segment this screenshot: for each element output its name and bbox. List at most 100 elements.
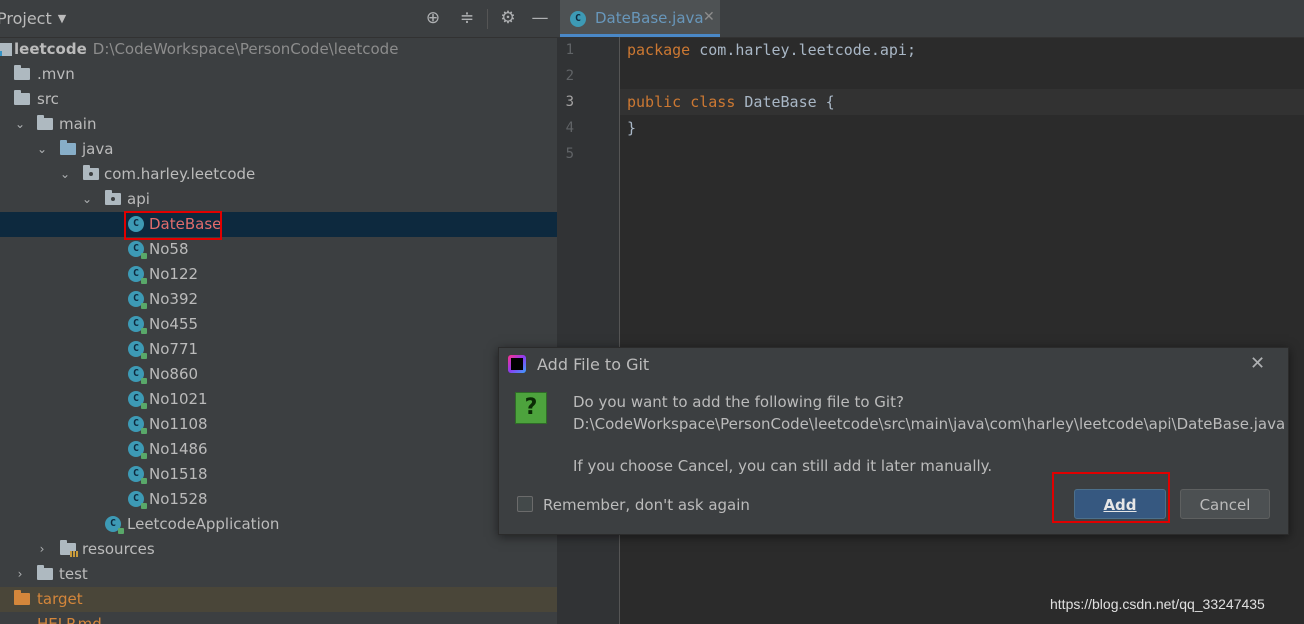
remember-label[interactable]: Remember, don't ask again xyxy=(543,496,750,514)
tree-item-label: com.harley.leetcode xyxy=(104,165,256,183)
tree-item-label: No392 xyxy=(149,290,199,308)
tree-item-resources[interactable]: › resources xyxy=(0,537,557,562)
tree-item-class[interactable]: C No771 xyxy=(0,337,557,362)
folder-icon xyxy=(14,90,30,105)
package-icon xyxy=(83,165,99,180)
code-keyword: public class xyxy=(627,93,736,111)
tree-item-label: HELP.md xyxy=(37,615,102,624)
line-number: 1 xyxy=(565,42,574,58)
close-icon[interactable]: ✕ xyxy=(703,9,715,25)
tree-item-test[interactable]: › test xyxy=(0,562,557,587)
tree-item-class[interactable]: C No1486 xyxy=(0,437,557,462)
tree-item-class[interactable]: C No1108 xyxy=(0,412,557,437)
tree-item-class[interactable]: C No860 xyxy=(0,362,557,387)
gear-icon[interactable]: ⚙ xyxy=(498,8,518,28)
tree-item-label: No122 xyxy=(149,265,199,283)
source-folder-icon xyxy=(60,140,76,155)
tree-item-main[interactable]: ⌄ main xyxy=(0,112,557,137)
tree-item-label: api xyxy=(127,190,150,208)
code-line-1[interactable]: package com.harley.leetcode.api; xyxy=(627,37,916,63)
spring-class-icon: C xyxy=(105,516,124,534)
tree-item-target[interactable]: target xyxy=(0,587,557,612)
close-icon[interactable]: ✕ xyxy=(1250,353,1265,374)
collapse-all-icon[interactable]: ≑ xyxy=(457,8,477,28)
class-icon: C xyxy=(128,491,147,509)
folder-icon xyxy=(14,65,30,80)
tree-item-datebase[interactable]: C DateBase xyxy=(0,212,557,237)
class-icon: C xyxy=(128,366,147,384)
chevron-down-icon[interactable]: ⌄ xyxy=(13,112,27,137)
tree-item-class[interactable]: C No58 xyxy=(0,237,557,262)
code-keyword: package xyxy=(627,41,691,59)
line-number: 4 xyxy=(565,120,574,136)
tree-item-label: No771 xyxy=(149,340,199,358)
tree-item-leetcode-application[interactable]: C LeetcodeApplication xyxy=(0,512,557,537)
tree-item-label: No1021 xyxy=(149,390,208,408)
dialog-message: Do you want to add the following file to… xyxy=(573,393,904,411)
tree-item-label: No1108 xyxy=(149,415,208,433)
tree-root-name: leetcode xyxy=(14,40,87,58)
crosshair-icon[interactable]: ⊕ xyxy=(423,8,443,28)
class-icon: C xyxy=(128,441,147,459)
chevron-right-icon[interactable]: › xyxy=(35,537,49,562)
tree-item-class[interactable]: C No1518 xyxy=(0,462,557,487)
tree-item-api[interactable]: ⌄ api xyxy=(0,187,557,212)
project-panel: Project ▼ ⊕ ≑ ⚙ — leetcode D:\CodeWorkspac… xyxy=(0,0,557,624)
chevron-down-icon[interactable]: ⌄ xyxy=(80,187,94,212)
package-icon xyxy=(105,190,121,205)
tree-item-label: main xyxy=(59,115,97,133)
tree-item-src[interactable]: src xyxy=(0,87,557,112)
tree-item-class[interactable]: C No455 xyxy=(0,312,557,337)
folder-icon xyxy=(37,565,53,580)
dialog-file-path: D:\CodeWorkspace\PersonCode\leetcode\src… xyxy=(573,415,1286,433)
tree-item-label: .mvn xyxy=(37,65,75,83)
line-number: 3 xyxy=(565,94,574,110)
tree-item-class[interactable]: C No392 xyxy=(0,287,557,312)
tree-item-package[interactable]: ⌄ com.harley.leetcode xyxy=(0,162,557,187)
add-file-to-git-dialog: Add File to Git ✕ ? Do you want to add t… xyxy=(498,347,1289,535)
line-number-gutter: 1 2 3 4 5 xyxy=(557,37,620,624)
code-line-4[interactable]: } xyxy=(627,115,636,141)
tree-item-label: No1518 xyxy=(149,465,208,483)
tree-item-class[interactable]: C No1528 xyxy=(0,487,557,512)
class-icon: C xyxy=(128,316,147,334)
dropdown-arrow-icon: ▼ xyxy=(57,12,67,25)
tree-item-label: No455 xyxy=(149,315,199,333)
tree-item-class[interactable]: C No122 xyxy=(0,262,557,287)
chevron-down-icon[interactable]: ⌄ xyxy=(35,137,49,162)
intellij-logo-icon xyxy=(508,355,526,373)
tree-item-leetcode[interactable]: leetcode D:\CodeWorkspace\PersonCode\leet… xyxy=(0,37,557,62)
project-panel-header: Project ▼ ⊕ ≑ ⚙ — xyxy=(0,0,557,38)
chevron-right-icon[interactable]: › xyxy=(13,562,27,587)
tree-item-label: resources xyxy=(82,540,155,558)
class-icon: C xyxy=(128,291,147,309)
minimize-icon[interactable]: — xyxy=(530,8,550,28)
header-separator xyxy=(487,9,488,29)
project-view-selector[interactable]: Project ▼ xyxy=(0,9,66,28)
highlight-box-add xyxy=(1052,472,1170,523)
project-title-label: Project xyxy=(0,9,52,28)
tree-item-java[interactable]: ⌄ java xyxy=(0,137,557,162)
code-text: } xyxy=(627,119,637,137)
tree-item-label: No860 xyxy=(149,365,199,383)
dialog-title: Add File to Git xyxy=(537,355,650,374)
folder-icon xyxy=(37,115,53,130)
tab-label: DateBase.java xyxy=(595,9,704,27)
tab-datebase-java[interactable]: C DateBase.java ✕ xyxy=(560,0,720,37)
editor-tab-bar: C DateBase.java ✕ xyxy=(557,0,1304,38)
tree-item-label: java xyxy=(82,140,114,158)
line-number: 2 xyxy=(565,68,574,84)
class-icon: C xyxy=(128,466,147,484)
class-icon: C xyxy=(128,391,147,409)
code-line-3[interactable]: public class DateBase { xyxy=(627,89,835,115)
code-text: DateBase { xyxy=(735,93,835,111)
chevron-down-icon[interactable]: ⌄ xyxy=(58,162,72,187)
code-text: com.harley.leetcode.api; xyxy=(690,41,916,59)
tree-item-mvn[interactable]: .mvn xyxy=(0,62,557,87)
tree-item-help[interactable]: HELP.md xyxy=(0,612,557,624)
remember-checkbox[interactable] xyxy=(517,496,533,512)
excluded-folder-icon xyxy=(14,590,30,605)
tree-item-class[interactable]: C No1021 xyxy=(0,387,557,412)
tree-item-label: LeetcodeApplication xyxy=(127,515,280,533)
cancel-button[interactable]: Cancel xyxy=(1180,489,1270,519)
